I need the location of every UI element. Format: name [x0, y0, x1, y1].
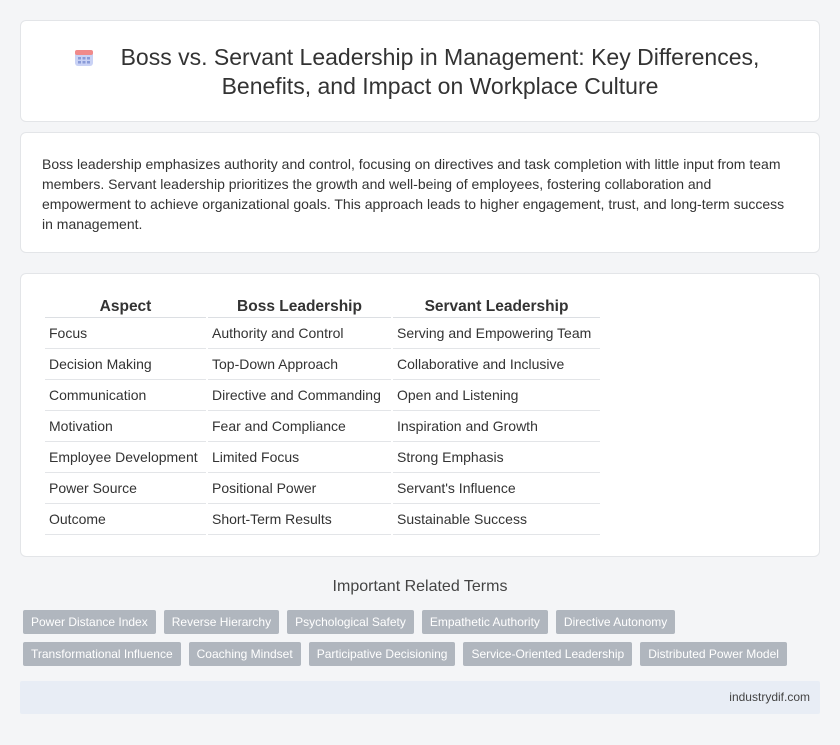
comparison-table-card: Aspect Boss Leadership Servant Leadershi…: [20, 273, 820, 557]
table-cell: Limited Focus: [208, 442, 391, 473]
tag-distributed-power-model[interactable]: Distributed Power Model: [640, 642, 787, 666]
intro-paragraph: Boss leadership emphasizes authority and…: [42, 156, 785, 232]
table-row: Employee Development Limited Focus Stron…: [45, 442, 600, 473]
table-cell: Fear and Compliance: [208, 411, 391, 442]
table-row: Decision Making Top-Down Approach Collab…: [45, 349, 600, 380]
tag-psychological-safety[interactable]: Psychological Safety: [287, 610, 414, 634]
header-servant-leadership: Servant Leadership: [393, 296, 600, 318]
comparison-table: Aspect Boss Leadership Servant Leadershi…: [43, 296, 602, 535]
table-cell: Power Source: [45, 473, 206, 504]
tag-transformational-influence[interactable]: Transformational Influence: [23, 642, 181, 666]
tag-row: Transformational Influence Coaching Mind…: [23, 642, 823, 666]
table-row: Motivation Fear and Compliance Inspirati…: [45, 411, 600, 442]
title-card: Boss vs. Servant Leadership in Managemen…: [20, 20, 820, 122]
table-cell: Directive and Commanding: [208, 380, 391, 411]
table-row: Power Source Positional Power Servant's …: [45, 473, 600, 504]
table-cell: Inspiration and Growth: [393, 411, 600, 442]
table-cell: Short-Term Results: [208, 504, 391, 535]
table-cell: Serving and Empowering Team: [393, 318, 600, 349]
table-cell: Motivation: [45, 411, 206, 442]
table-cell: Focus: [45, 318, 206, 349]
table-row: Outcome Short-Term Results Sustainable S…: [45, 504, 600, 535]
table-cell: Sustainable Success: [393, 504, 600, 535]
table-cell: Servant's Influence: [393, 473, 600, 504]
footer-site-link[interactable]: industrydif.com: [729, 690, 810, 704]
table-cell: Top-Down Approach: [208, 349, 391, 380]
tag-coaching-mindset[interactable]: Coaching Mindset: [188, 642, 301, 666]
table-cell: Employee Development: [45, 442, 206, 473]
header-boss-leadership: Boss Leadership: [208, 296, 391, 318]
table-cell: Communication: [45, 380, 206, 411]
table-cell: Open and Listening: [393, 380, 600, 411]
tag-participative-decisioning[interactable]: Participative Decisioning: [308, 642, 456, 666]
table-cell: Outcome: [45, 504, 206, 535]
related-terms-title: Important Related Terms: [332, 578, 508, 595]
table-cell: Decision Making: [45, 349, 206, 380]
tag-reverse-hierarchy[interactable]: Reverse Hierarchy: [163, 610, 280, 634]
tag-power-distance-index[interactable]: Power Distance Index: [23, 610, 156, 634]
table-header-row: Aspect Boss Leadership Servant Leadershi…: [45, 296, 600, 318]
related-terms-tags: Power Distance Index Reverse Hierarchy P…: [23, 610, 823, 674]
footer-bar: industrydif.com: [20, 681, 820, 714]
header-aspect: Aspect: [45, 296, 206, 318]
intro-card: Boss leadership emphasizes authority and…: [20, 132, 820, 253]
tag-row: Power Distance Index Reverse Hierarchy P…: [23, 610, 823, 634]
tag-directive-autonomy[interactable]: Directive Autonomy: [555, 610, 676, 634]
table-row: Communication Directive and Commanding O…: [45, 380, 600, 411]
page-title: Boss vs. Servant Leadership in Managemen…: [120, 44, 760, 99]
table-cell: Collaborative and Inclusive: [393, 349, 600, 380]
table-cell: Authority and Control: [208, 318, 391, 349]
tag-service-oriented-leadership[interactable]: Service-Oriented Leadership: [463, 642, 633, 666]
table-cell: Positional Power: [208, 473, 391, 504]
table-row: Focus Authority and Control Serving and …: [45, 318, 600, 349]
tag-empathetic-authority[interactable]: Empathetic Authority: [421, 610, 548, 634]
table-cell: Strong Emphasis: [393, 442, 600, 473]
